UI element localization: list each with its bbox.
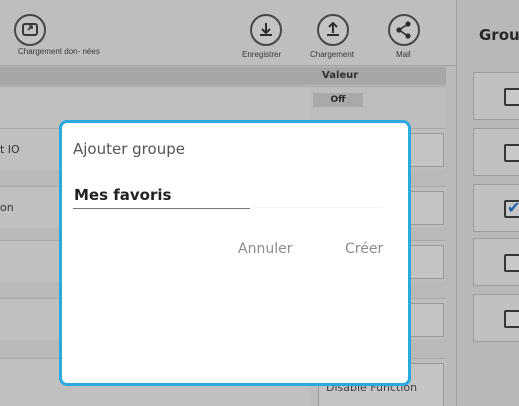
create-button[interactable]: Créer [345,241,383,257]
dialog-title: Ajouter groupe [73,140,185,158]
add-group-dialog: Ajouter groupe Annuler Créer [59,120,411,386]
group-name-input[interactable] [73,181,250,209]
input-underline-extension [252,207,382,208]
cancel-button[interactable]: Annuler [238,241,292,257]
